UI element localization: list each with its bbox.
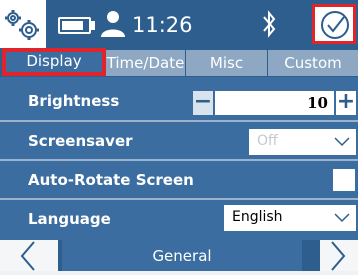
tab-time-date[interactable]: Time/Date <box>106 50 185 76</box>
brightness-decrease-button[interactable]: − <box>193 91 213 115</box>
divider <box>0 159 358 161</box>
brightness-stepper: − 10 + <box>193 91 356 115</box>
screensaver-select[interactable]: Off <box>249 129 356 155</box>
brightness-value-field[interactable]: 10 <box>215 91 334 115</box>
screensaver-value: Off <box>257 133 278 149</box>
language-value: English <box>232 209 283 225</box>
confirm-button[interactable] <box>312 4 356 44</box>
bluetooth-icon <box>263 10 276 38</box>
divider <box>0 198 358 200</box>
user-icon <box>101 11 125 37</box>
chevron-down-icon <box>334 137 350 147</box>
clock-time: 11:26 <box>132 13 193 37</box>
screensaver-row: Screensaver Off <box>0 123 358 160</box>
language-label: Language <box>28 210 111 228</box>
status-bar: 11:26 <box>0 0 358 48</box>
previous-page-button[interactable] <box>0 240 58 271</box>
tab-custom[interactable]: Custom <box>268 50 358 76</box>
brightness-increase-button[interactable]: + <box>336 91 356 115</box>
chevron-right-icon <box>331 241 346 271</box>
next-page-button[interactable] <box>320 240 358 271</box>
gears-icon[interactable] <box>0 0 46 48</box>
brightness-value: 10 <box>307 94 328 112</box>
language-select[interactable]: English <box>224 205 356 231</box>
battery-icon <box>58 17 91 34</box>
footer-title-text: General <box>152 247 212 265</box>
divider <box>0 120 358 122</box>
autorotate-row: Auto-Rotate Screen <box>0 162 358 199</box>
battery-tip <box>91 21 95 30</box>
chevron-left-icon <box>20 241 35 271</box>
tab-display[interactable]: Display <box>2 48 106 76</box>
autorotate-label: Auto-Rotate Screen <box>28 171 194 189</box>
footer-bar: General <box>0 240 358 271</box>
screensaver-label: Screensaver <box>28 132 133 150</box>
autorotate-checkbox[interactable] <box>333 169 355 191</box>
chevron-down-icon <box>334 213 350 223</box>
tab-bar: Display Time/Date Misc Custom <box>0 48 358 77</box>
brightness-row: Brightness − 10 + <box>0 83 358 120</box>
language-row: Language English <box>0 201 358 238</box>
check-circle-icon <box>321 11 349 39</box>
tab-misc[interactable]: Misc <box>186 50 267 76</box>
settings-screen: 11:26 Display Time/Date Misc Custom Brig… <box>0 0 358 271</box>
brightness-label: Brightness <box>28 92 120 110</box>
footer-title: General <box>62 240 302 271</box>
